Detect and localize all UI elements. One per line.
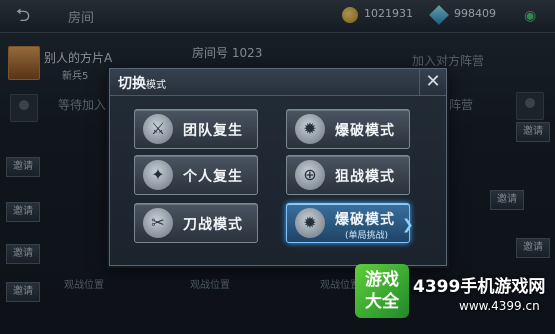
dialog-header: 切换模式 ✕ xyxy=(110,69,446,96)
sniper-mode-icon: ⊕ xyxy=(295,160,325,190)
bomb-challenge-icon: ✹ xyxy=(295,208,325,238)
mode-sniper-button[interactable]: ⊕ 狙战模式 xyxy=(286,155,410,195)
mode-label: 个人复生 xyxy=(183,169,243,185)
switch-mode-dialog: 切换模式 ✕ ⚔ 团队复生 ✹ 爆破模式 ✦ 个人复生 ⊕ 狙战模式 ✂ 刀战模… xyxy=(109,68,447,266)
watermark-url: www.4399.cn xyxy=(459,299,540,313)
knife-mode-icon: ✂ xyxy=(143,208,173,238)
mode-label: 狙战模式 xyxy=(335,169,395,185)
mode-team-respawn-button[interactable]: ⚔ 团队复生 xyxy=(134,109,258,149)
team-respawn-icon: ⚔ xyxy=(143,114,173,144)
mode-label: 刀战模式 xyxy=(183,217,243,233)
dialog-title: 切换模式 xyxy=(118,76,166,92)
mode-solo-respawn-button[interactable]: ✦ 个人复生 xyxy=(134,155,258,195)
mode-label: 爆破模式 xyxy=(335,123,395,139)
solo-respawn-icon: ✦ xyxy=(143,160,173,190)
close-icon[interactable]: ✕ xyxy=(419,69,446,95)
chevron-right-icon: ❯ xyxy=(402,217,414,233)
mode-label: 爆破模式 xyxy=(335,212,395,228)
mode-bomb-button[interactable]: ✹ 爆破模式 xyxy=(286,109,410,149)
mode-label: 团队复生 xyxy=(183,123,243,139)
watermark: 游戏 大全 4399手机游戏网 www.4399.cn xyxy=(355,264,549,326)
watermark-logo: 游戏 大全 xyxy=(355,264,409,318)
mode-bomb-challenge-button[interactable]: ✹ 爆破模式 (单局挑战) xyxy=(286,203,410,243)
mode-knife-button[interactable]: ✂ 刀战模式 xyxy=(134,203,258,243)
bomb-mode-icon: ✹ xyxy=(295,114,325,144)
watermark-brand: 4399手机游戏网 xyxy=(413,277,546,297)
mode-sub-label: (单局挑战) xyxy=(345,231,389,241)
